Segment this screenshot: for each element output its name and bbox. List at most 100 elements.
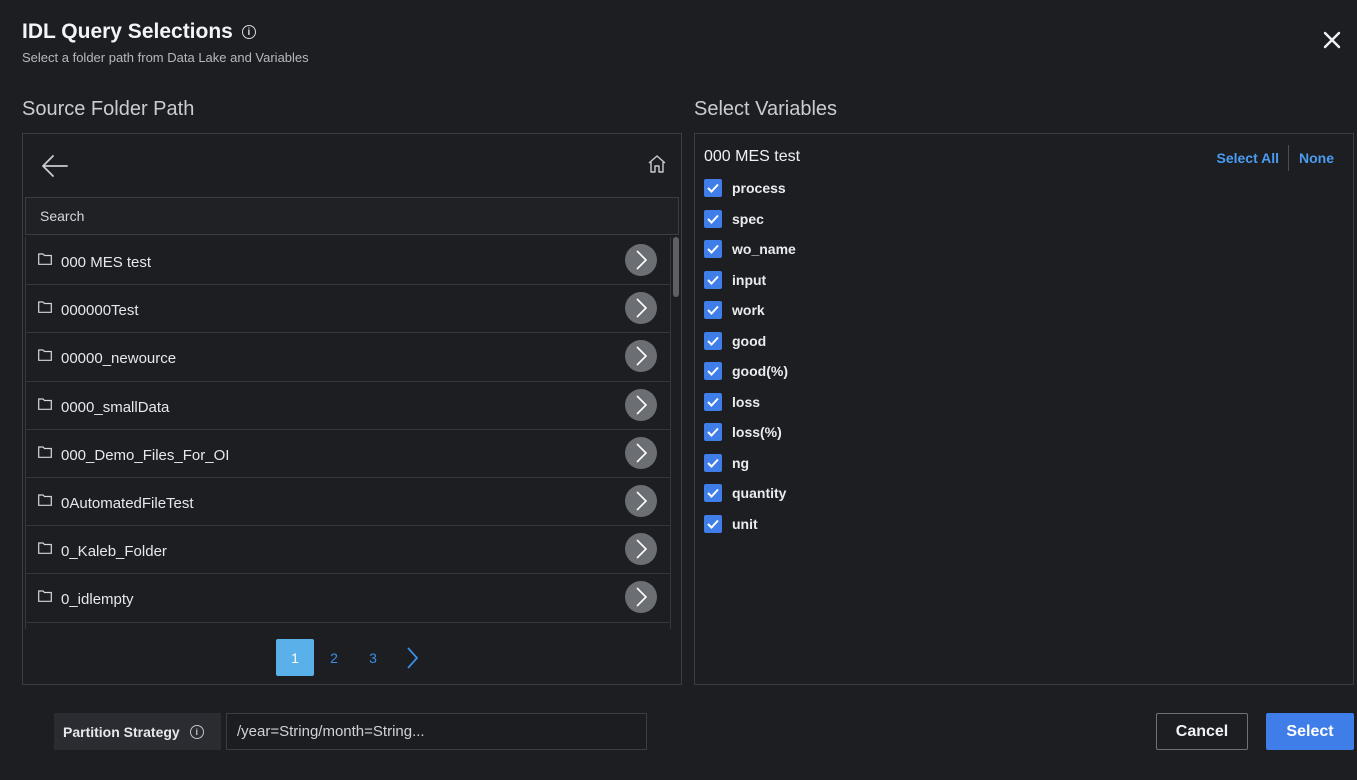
variable-label: work — [732, 302, 765, 319]
checkbox[interactable] — [704, 362, 722, 381]
open-folder-button[interactable] — [625, 533, 657, 566]
partition-strategy-input[interactable] — [226, 713, 647, 750]
variable-list: process spec wo_name input work good goo… — [704, 173, 796, 539]
divider — [1288, 145, 1289, 171]
open-folder-button[interactable] — [625, 388, 657, 421]
checkbox[interactable] — [704, 209, 722, 228]
folder-row[interactable]: 00000_newource — [25, 333, 671, 382]
select-variables-title: Select Variables — [694, 98, 838, 120]
check-icon — [707, 428, 719, 438]
select-button[interactable]: Select — [1266, 713, 1354, 750]
open-folder-button[interactable] — [625, 581, 657, 614]
back-button[interactable] — [39, 152, 71, 180]
check-icon — [707, 458, 719, 468]
variable-item[interactable]: wo_name — [704, 234, 796, 265]
folder-row[interactable]: 0_idlempty — [25, 574, 671, 623]
folder-row[interactable]: 0AutomatedFileTest — [25, 477, 671, 527]
checkbox[interactable] — [704, 423, 722, 442]
page-3-button[interactable]: 3 — [354, 639, 392, 676]
folder-label: 0000_smallData — [61, 398, 170, 416]
open-folder-button[interactable] — [625, 340, 657, 373]
folder-icon — [38, 494, 52, 506]
folder-label: 0_idlempty — [61, 591, 134, 609]
folder-row[interactable]: 000000Test — [25, 285, 671, 334]
checkbox[interactable] — [704, 301, 722, 320]
next-page-button[interactable] — [393, 639, 431, 676]
select-all-link[interactable]: Select All — [1216, 150, 1279, 166]
folder-label: 0AutomatedFileTest — [61, 494, 194, 512]
folder-icon — [38, 590, 52, 603]
idl-query-dialog: IDL Query Selections i Select a folder p… — [0, 0, 1357, 780]
variable-label: loss(%) — [732, 424, 782, 441]
variable-item[interactable]: unit — [704, 509, 796, 540]
check-icon — [707, 489, 719, 499]
variable-label: spec — [732, 210, 764, 227]
select-none-link[interactable]: None — [1299, 150, 1334, 166]
search-input[interactable] — [25, 197, 679, 235]
checkbox[interactable] — [704, 270, 722, 289]
open-folder-button[interactable] — [625, 436, 657, 469]
variable-item[interactable]: input — [704, 265, 796, 296]
open-folder-button[interactable] — [625, 244, 657, 276]
checkbox[interactable] — [704, 179, 722, 198]
close-icon — [1323, 31, 1341, 49]
checkbox[interactable] — [704, 453, 722, 472]
info-icon[interactable]: i — [189, 724, 204, 739]
checkbox[interactable] — [704, 392, 722, 411]
folder-icon — [38, 253, 52, 265]
folder-label: 000 MES test — [61, 254, 152, 271]
variable-item[interactable]: work — [704, 295, 796, 326]
folder-list-scrollbar[interactable] — [673, 237, 679, 297]
chevron-right-icon — [636, 298, 648, 318]
page-2-button[interactable]: 2 — [315, 639, 353, 676]
page-1-button[interactable]: 1 — [276, 639, 314, 676]
chevron-right-icon — [407, 646, 419, 669]
dialog-subtitle: Select a folder path from Data Lake and … — [22, 50, 309, 65]
partition-strategy-text: Partition Strategy — [63, 723, 180, 740]
selected-folder-name: 000 MES test — [704, 148, 801, 165]
checkbox[interactable] — [704, 514, 722, 533]
folder-label: 0_Kaleb_Folder — [61, 543, 167, 561]
cancel-button[interactable]: Cancel — [1156, 713, 1248, 750]
chevron-right-icon — [636, 250, 648, 270]
source-folder-title: Source Folder Path — [22, 98, 195, 120]
chevron-right-icon — [636, 346, 648, 366]
variable-label: good — [732, 332, 767, 349]
checkbox[interactable] — [704, 484, 722, 503]
check-icon — [707, 397, 719, 407]
check-icon — [707, 214, 719, 224]
variable-item[interactable]: ng — [704, 448, 796, 479]
close-button[interactable] — [1319, 27, 1345, 53]
variable-item[interactable]: quantity — [704, 478, 796, 509]
variable-item[interactable]: good(%) — [704, 356, 796, 387]
source-folder-panel: 000 MES test 000000Test 00000_newource 0… — [22, 133, 682, 685]
folder-row-partial[interactable] — [25, 622, 671, 629]
chevron-right-icon — [636, 443, 648, 463]
partition-strategy-label: Partition Strategy i — [54, 713, 221, 750]
folder-list: 000 MES test 000000Test 00000_newource 0… — [25, 237, 671, 629]
variable-item[interactable]: loss — [704, 387, 796, 418]
variable-item[interactable]: loss(%) — [704, 417, 796, 448]
chevron-right-icon — [636, 394, 648, 415]
variable-item[interactable]: spec — [704, 204, 796, 235]
open-folder-button[interactable] — [625, 292, 657, 325]
variable-label: process — [732, 180, 786, 197]
folder-row[interactable]: 0_Kaleb_Folder — [25, 526, 671, 575]
chevron-right-icon — [636, 587, 648, 607]
info-icon[interactable]: i — [241, 25, 256, 39]
dialog-title-text: IDL Query Selections — [22, 20, 233, 43]
open-folder-button[interactable] — [625, 484, 657, 517]
checkbox[interactable] — [704, 331, 722, 350]
folder-row[interactable]: 000_Demo_Files_For_OI — [25, 429, 671, 478]
home-button[interactable] — [647, 154, 667, 174]
check-icon — [707, 367, 719, 377]
variable-label: wo_name — [732, 241, 796, 258]
folder-row[interactable]: 000 MES test — [25, 237, 671, 286]
folder-label: 00000_newource — [61, 350, 177, 368]
variable-item[interactable]: process — [704, 173, 796, 204]
folder-row[interactable]: 0000_smallData — [25, 381, 671, 430]
variable-label: unit — [732, 515, 758, 532]
variable-item[interactable]: good — [704, 326, 796, 357]
checkbox[interactable] — [704, 240, 722, 259]
variable-label: good(%) — [732, 363, 788, 380]
